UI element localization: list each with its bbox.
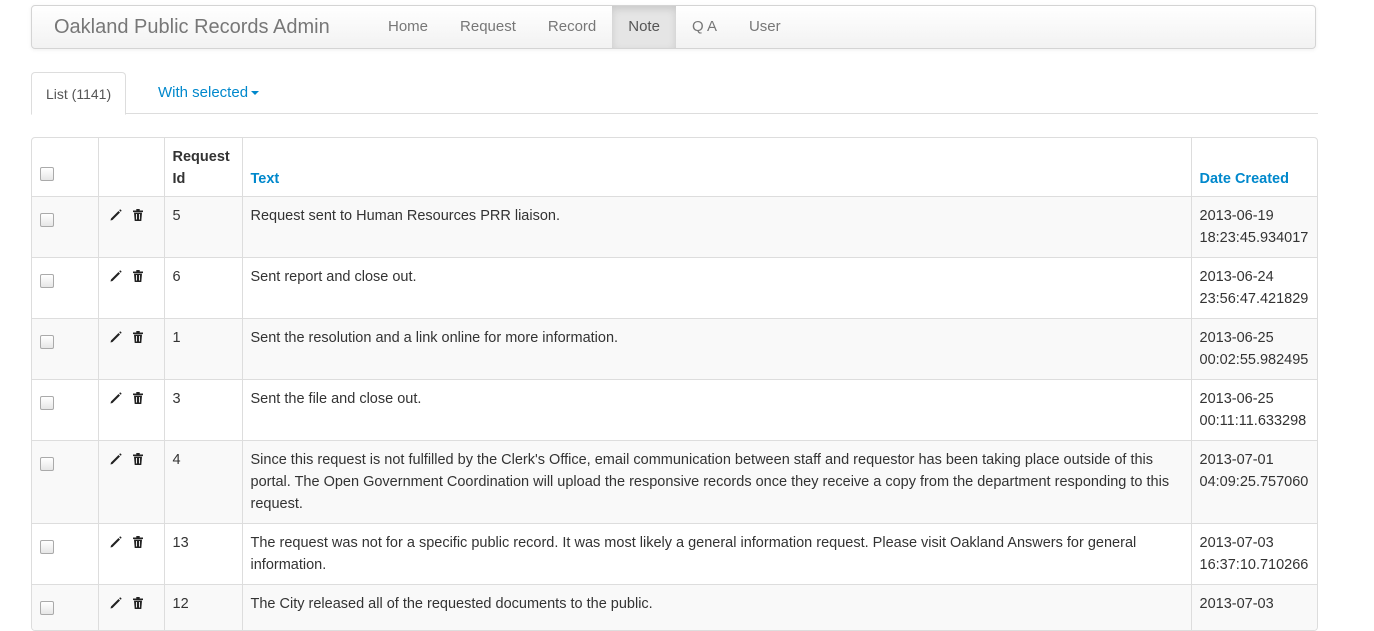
- trash-icon[interactable]: [131, 535, 145, 549]
- select-all-checkbox[interactable]: [40, 167, 54, 181]
- row-actions-cell: [97, 196, 164, 258]
- nav-item-request[interactable]: Request: [444, 6, 532, 48]
- table-row: 12 The City released all of the requested…: [32, 584, 1317, 630]
- cell-request-id: 4: [163, 440, 242, 524]
- row-actions-cell: [97, 440, 164, 524]
- nav-item-note[interactable]: Note: [612, 6, 676, 48]
- table-header-row: Request Id Text Date Created: [32, 138, 1317, 197]
- cell-request-id: 5: [163, 196, 242, 258]
- row-checkbox[interactable]: [40, 274, 54, 288]
- row-checkbox[interactable]: [40, 335, 54, 349]
- header-actions-cell: [97, 138, 164, 197]
- cell-date-created: 2013-06-24 23:56:47.421829: [1190, 257, 1317, 319]
- cell-date-created: 2013-06-19 18:23:45.934017: [1190, 196, 1317, 258]
- pencil-icon[interactable]: [109, 208, 123, 222]
- row-select-cell: [32, 257, 98, 319]
- row-actions-cell: [97, 318, 164, 380]
- cell-text: Sent report and close out.: [241, 257, 1191, 319]
- cell-request-id: 12: [163, 584, 242, 630]
- table-body: 5 Request sent to Human Resources PRR lia…: [32, 196, 1317, 630]
- cell-text: Sent the file and close out.: [241, 379, 1191, 441]
- with-selected-label: With selected: [158, 84, 249, 101]
- cell-text: The request was not for a specific publi…: [241, 523, 1191, 585]
- table-row: 5 Request sent to Human Resources PRR lia…: [32, 196, 1317, 258]
- cell-text: The City released all of the requested d…: [241, 584, 1191, 630]
- row-actions-cell: [97, 523, 164, 585]
- header-select-cell: [32, 138, 98, 197]
- header-date-created[interactable]: Date Created: [1190, 138, 1317, 197]
- row-checkbox[interactable]: [40, 213, 54, 227]
- trash-icon[interactable]: [131, 391, 145, 405]
- row-select-cell: [32, 440, 98, 524]
- cell-request-id: 3: [163, 379, 242, 441]
- cell-request-id: 6: [163, 257, 242, 319]
- view-tabs: List (1141) With selected: [31, 72, 1318, 115]
- cell-date-created: 2013-07-03 16:37:10.710266: [1190, 523, 1317, 585]
- cell-date-created: 2013-06-25 00:11:11.633298: [1190, 379, 1317, 441]
- pencil-icon[interactable]: [109, 452, 123, 466]
- row-checkbox[interactable]: [40, 540, 54, 554]
- cell-request-id: 13: [163, 523, 242, 585]
- navbar: Oakland Public Records Admin Home Reques…: [31, 5, 1316, 49]
- table-row: 6 Sent report and close out. 2013-06-24 23…: [32, 257, 1317, 319]
- row-actions-cell: [97, 257, 164, 319]
- row-select-cell: [32, 584, 98, 630]
- pencil-icon[interactable]: [109, 330, 123, 344]
- trash-icon[interactable]: [131, 596, 145, 610]
- header-request-id: Request Id: [163, 138, 242, 197]
- row-actions-cell: [97, 379, 164, 441]
- row-checkbox[interactable]: [40, 396, 54, 410]
- cell-request-id: 1: [163, 318, 242, 380]
- row-checkbox[interactable]: [40, 457, 54, 471]
- nav-item-user[interactable]: User: [733, 6, 797, 48]
- pencil-icon[interactable]: [109, 269, 123, 283]
- row-select-cell: [32, 379, 98, 441]
- cell-text: Sent the resolution and a link online fo…: [241, 318, 1191, 380]
- pencil-icon[interactable]: [109, 596, 123, 610]
- table-row: 1 Sent the resolution and a link online f…: [32, 318, 1317, 380]
- cell-date-created: 2013-06-25 00:02:55.982495: [1190, 318, 1317, 380]
- nav-item-record[interactable]: Record: [532, 6, 612, 48]
- row-select-cell: [32, 523, 98, 585]
- trash-icon[interactable]: [131, 208, 145, 222]
- header-text[interactable]: Text: [241, 138, 1191, 197]
- row-select-cell: [32, 196, 98, 258]
- cell-text: Since this request is not fulfilled by t…: [241, 440, 1191, 524]
- table-row: 3 Sent the file and close out. 2013-06-25 …: [32, 379, 1317, 441]
- pencil-icon[interactable]: [109, 391, 123, 405]
- cell-date-created: 2013-07-01 04:09:25.757060: [1190, 440, 1317, 524]
- table-row: 4 Since this request is not fulfilled by …: [32, 440, 1317, 524]
- nav-item-qa[interactable]: Q A: [676, 6, 733, 48]
- cell-date-created: 2013-07-03: [1190, 584, 1317, 630]
- nav-item-home[interactable]: Home: [372, 6, 444, 48]
- tab-list[interactable]: List (1141): [31, 72, 127, 115]
- nav-menu: Home Request Record Note Q A User: [372, 6, 797, 48]
- pencil-icon[interactable]: [109, 535, 123, 549]
- row-select-cell: [32, 318, 98, 380]
- brand-link[interactable]: Oakland Public Records Admin: [54, 16, 330, 39]
- trash-icon[interactable]: [131, 269, 145, 283]
- caret-down-icon: [251, 91, 260, 96]
- notes-table: Request Id Text Date Created 5 Request se…: [31, 137, 1318, 631]
- trash-icon[interactable]: [131, 330, 145, 344]
- trash-icon[interactable]: [131, 452, 145, 466]
- cell-text: Request sent to Human Resources PRR liai…: [241, 196, 1191, 258]
- row-actions-cell: [97, 584, 164, 630]
- with-selected-dropdown[interactable]: With selected: [144, 72, 273, 114]
- table-row: 13 The request was not for a specific pub…: [32, 523, 1317, 585]
